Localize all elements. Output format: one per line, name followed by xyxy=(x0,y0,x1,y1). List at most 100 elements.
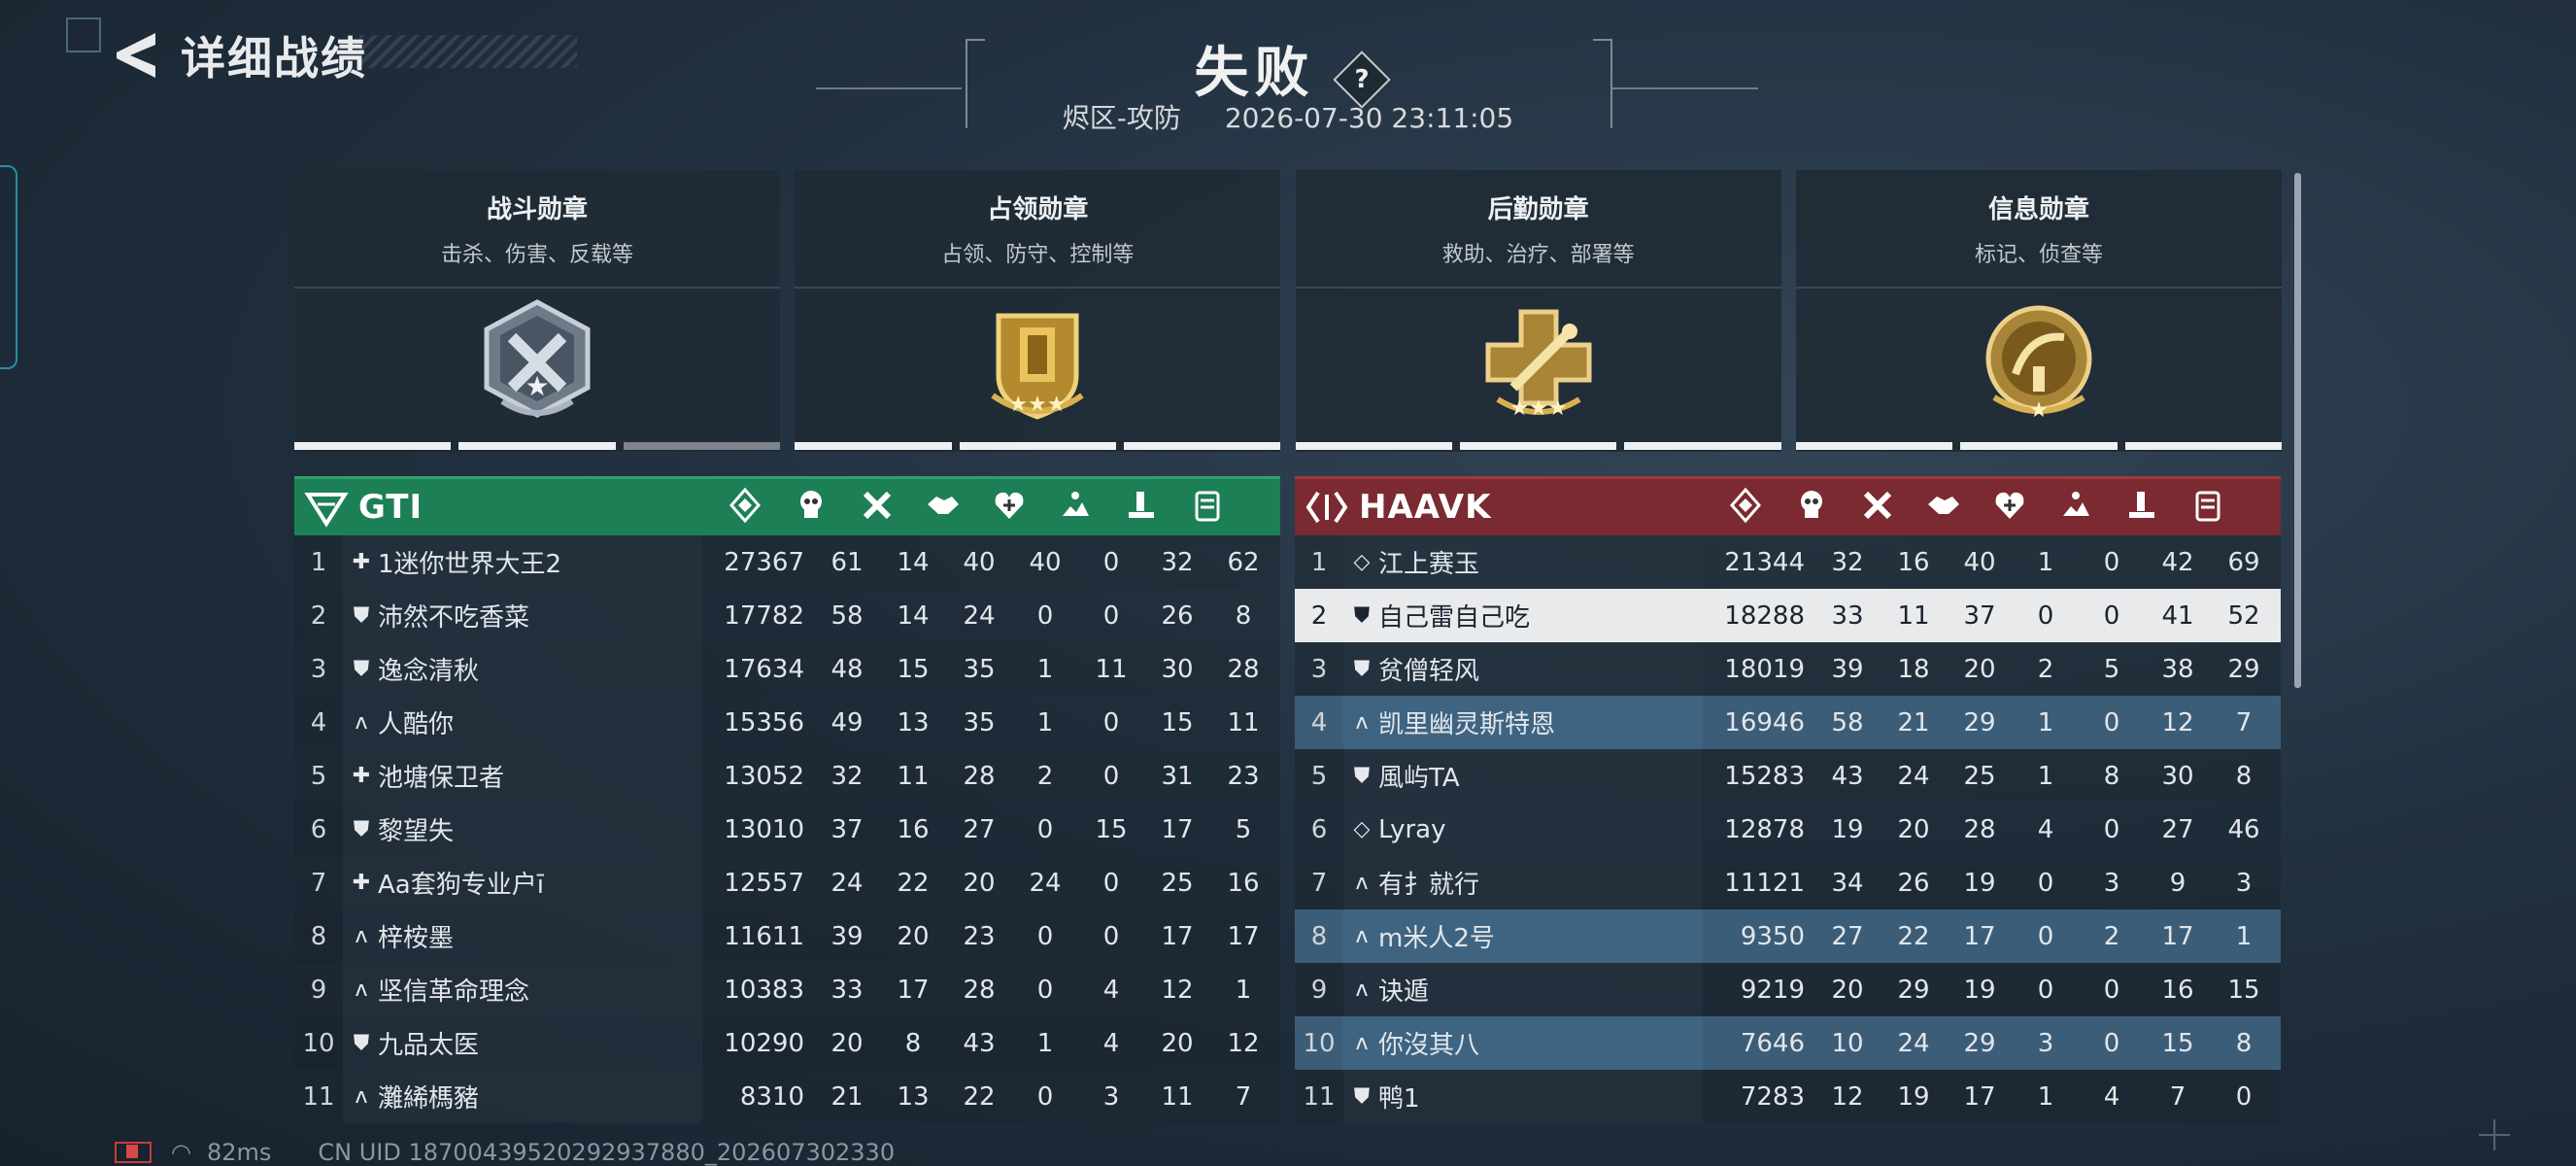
medal-card-logistics[interactable]: 后勤勋章 救助、治疗、部署等 ★★★ xyxy=(1295,170,1781,452)
player-stat: 4 xyxy=(1102,975,1120,1005)
player-score: 9219 xyxy=(1740,975,1805,1005)
player-row[interactable]: 10 ʌ 你沒其八 7646 10 24 29 3 0 15 8 xyxy=(1295,1016,2281,1070)
player-stat: 20 xyxy=(897,921,930,951)
player-stat: 22 xyxy=(1897,921,1930,951)
player-row[interactable]: 11 ʌ 灘絺榪豬 8310 21 13 22 0 3 11 7 xyxy=(294,1070,1280,1123)
medal-card-combat[interactable]: 战斗勋章 击杀、伤害、反载等 ★ xyxy=(294,170,780,452)
player-stat: 28 xyxy=(963,975,996,1005)
player-stat: 1 xyxy=(2037,707,2054,737)
player-name: 1迷你世界大王2 xyxy=(378,550,562,579)
medal-card-intel[interactable]: 信息勋章 标记、侦查等 ★ xyxy=(1795,170,2282,452)
player-score: 11121 xyxy=(1724,868,1805,898)
team-name: HAAVK xyxy=(1359,488,1492,527)
player-name-cell: ⛊ 九品太医 xyxy=(343,1016,702,1070)
player-stat: 31 xyxy=(1161,761,1194,791)
player-row[interactable]: 4 ʌ 凯里幽灵斯特恩 16946 58 21 29 1 0 12 7 xyxy=(1295,696,2281,749)
class-icon: ✚ xyxy=(352,764,371,788)
player-row[interactable]: 5 ✚ 池塘保卫者 13052 32 11 28 2 0 31 23 xyxy=(294,749,1280,803)
player-stat: 25 xyxy=(1161,868,1194,898)
player-row[interactable]: 6 ◇ Lyray 12878 19 20 28 4 0 27 46 xyxy=(1295,803,2281,856)
class-icon: ʌ xyxy=(1355,871,1369,895)
class-icon: ⛊ xyxy=(353,1031,370,1055)
player-stat: 0 xyxy=(2037,975,2054,1005)
capture-icon xyxy=(2043,487,2109,528)
player-stat: 38 xyxy=(2161,654,2194,684)
player-row[interactable]: 5 ⛊ 風屿TA 15283 43 24 25 1 8 30 8 xyxy=(1295,749,2281,803)
player-stat: 9 xyxy=(2169,868,2186,898)
player-stat: 2 xyxy=(2037,654,2054,684)
class-icon: ⛊ xyxy=(1353,657,1371,681)
result-area: 失败 ? xyxy=(0,29,2576,109)
player-name: 灘絺榪豬 xyxy=(378,1084,480,1114)
player-stat: 3 xyxy=(2103,868,2120,898)
player-row[interactable]: 10 ⛊ 九品太医 10290 20 8 43 1 4 20 12 xyxy=(294,1016,1280,1070)
player-row[interactable]: 7 ʌ 有扌就行 11121 34 26 19 0 3 9 3 xyxy=(1295,856,2281,909)
side-handle[interactable] xyxy=(0,165,17,369)
scrollbar[interactable] xyxy=(2294,173,2301,688)
player-stat: 1 xyxy=(2037,1081,2054,1112)
player-row[interactable]: 8 ʌ 梓桉墨 11611 39 20 23 0 0 17 17 xyxy=(294,909,1280,963)
player-name: 沛然不吃香菜 xyxy=(378,603,530,633)
player-stat: 49 xyxy=(830,707,864,737)
player-row[interactable]: 9 ʌ 诀遁 9219 20 29 19 0 0 16 15 xyxy=(1295,963,2281,1016)
player-name: 江上赛玉 xyxy=(1378,550,1480,579)
player-row[interactable]: 3 ⛊ 贫僧轻风 18019 39 18 20 2 5 38 29 xyxy=(1295,642,2281,696)
class-icon: ʌ xyxy=(355,977,368,1002)
player-row[interactable]: 8 ʌ m米人2号 9350 27 22 17 0 2 17 1 xyxy=(1295,909,2281,963)
team-logo-icon xyxy=(1305,491,1348,524)
class-icon: ʌ xyxy=(355,1084,368,1109)
player-stat: 15 xyxy=(2227,975,2260,1005)
medal-title: 信息勋章 xyxy=(1987,195,2089,224)
player-name-cell: ⛊ 贫僧轻风 xyxy=(1343,642,1703,696)
player-name: 坚信革命理念 xyxy=(378,977,530,1007)
player-stat: 0 xyxy=(1036,921,1054,951)
player-stat: 0 xyxy=(2103,1028,2120,1058)
player-stat: 43 xyxy=(963,1028,996,1058)
player-rank: 3 xyxy=(1310,654,1328,684)
player-stat: 23 xyxy=(1227,761,1260,791)
player-stat: 4 xyxy=(2037,814,2054,844)
medal-card-capture[interactable]: 占领勋章 占领、防守、控制等 ★★★ xyxy=(795,170,1281,452)
player-name: 梓桉墨 xyxy=(378,924,455,953)
player-stat: 32 xyxy=(830,761,864,791)
player-stat: 58 xyxy=(1831,707,1864,737)
player-row[interactable]: 6 ⛊ 黎望失 13010 37 16 27 0 15 17 5 xyxy=(294,803,1280,856)
player-stat: 17 xyxy=(1227,921,1260,951)
player-stat: 12 xyxy=(2161,707,2194,737)
svg-text:★★★: ★★★ xyxy=(1509,396,1567,421)
player-stat: 0 xyxy=(1036,1081,1054,1112)
player-row[interactable]: 1 ✚ 1迷你世界大王2 27367 61 14 40 40 0 32 62 xyxy=(294,535,1280,589)
player-stat: 26 xyxy=(1161,600,1194,631)
player-row[interactable]: 3 ⛊ 逸念清秋 17634 48 15 35 1 11 30 28 xyxy=(294,642,1280,696)
player-rank: 1 xyxy=(1310,547,1328,577)
medal-desc: 救助、治疗、部署等 xyxy=(1441,243,1635,267)
player-rank: 1 xyxy=(310,547,327,577)
player-stat: 29 xyxy=(1897,975,1930,1005)
medal-title: 占领勋章 xyxy=(987,195,1089,224)
player-stat: 58 xyxy=(830,600,864,631)
svg-text:★: ★ xyxy=(525,370,549,402)
player-name-cell: ⛊ 自己雷自己吃 xyxy=(1343,589,1703,642)
player-row[interactable]: 9 ʌ 坚信革命理念 10383 33 17 28 0 4 12 1 xyxy=(294,963,1280,1016)
class-icon: ◇ xyxy=(1353,550,1371,574)
logistics-medal-icon: ★★★ xyxy=(1485,309,1592,421)
player-row[interactable]: 7 ✚ Aa套狗专业户ī 12557 24 22 20 24 0 25 16 xyxy=(294,856,1280,909)
medal-desc: 击杀、伤害、反载等 xyxy=(440,243,633,267)
player-stat: 11 xyxy=(1897,600,1930,631)
player-score: 9350 xyxy=(1740,921,1805,951)
player-stat: 0 xyxy=(1102,600,1120,631)
player-row[interactable]: 2 ⛊ 自己雷自己吃 18288 33 11 37 0 0 41 52 xyxy=(1295,589,2281,642)
class-icon: ✚ xyxy=(352,871,371,895)
top-bar: 详细战绩 失败 ? 烬区-攻防 2026-07-30 23:11:05 xyxy=(0,0,2576,146)
player-rank: 11 xyxy=(302,1081,335,1112)
player-row[interactable]: 1 ◇ 江上赛玉 21344 32 16 40 1 0 42 69 xyxy=(1295,535,2281,589)
player-row[interactable]: 4 ʌ 人酷你 15356 49 13 35 1 0 15 11 xyxy=(294,696,1280,749)
player-stat: 11 xyxy=(1227,707,1260,737)
player-row[interactable]: 11 ⛊ 鸭1 7283 12 19 17 1 4 7 0 xyxy=(1295,1070,2281,1123)
player-stat: 0 xyxy=(1036,814,1054,844)
player-row[interactable]: 2 ⛊ 沛然不吃香菜 17782 58 14 24 0 0 26 8 xyxy=(294,589,1280,642)
player-stat: 2 xyxy=(1036,761,1054,791)
player-stat: 39 xyxy=(830,921,864,951)
player-name: 你沒其八 xyxy=(1378,1031,1480,1060)
player-stat: 0 xyxy=(1102,707,1120,737)
